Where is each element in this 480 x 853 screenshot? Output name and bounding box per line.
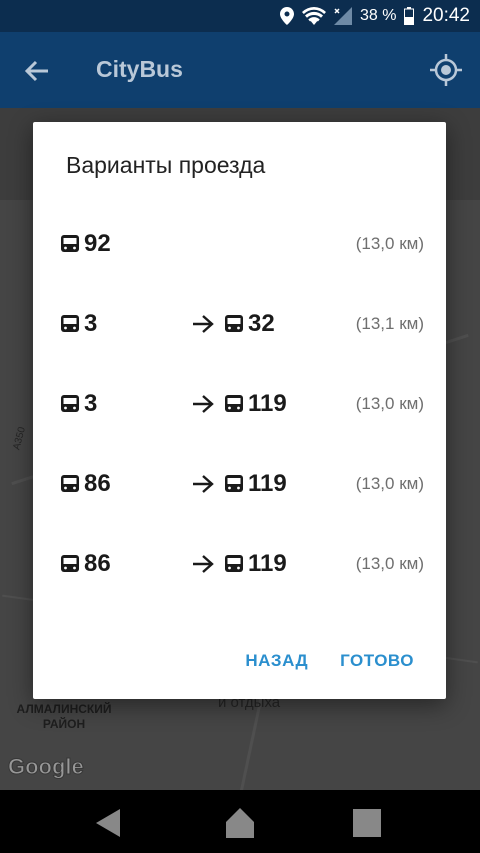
route-option[interactable]: 3 32 (13,1 км) [33, 302, 446, 346]
dialog-title: Варианты проезда [66, 152, 266, 178]
status-bar: 38 % 20:42 [0, 0, 480, 32]
nav-recents-icon[interactable] [350, 806, 384, 840]
route-distance: (13,0 км) [355, 474, 424, 493]
back-button[interactable]: НАЗАД [245, 651, 308, 671]
transfer-arrow-icon [191, 473, 215, 495]
app-bar: CityBus [0, 32, 480, 108]
bus-icon [59, 393, 81, 415]
route-number: 3 [84, 310, 98, 337]
app-title: CityBus [96, 56, 183, 82]
nav-back-icon[interactable] [92, 806, 126, 840]
route-first-leg: 3 [59, 302, 97, 346]
transfer-arrow-icon [191, 313, 215, 335]
bus-icon [59, 233, 81, 255]
bus-icon [223, 393, 245, 415]
wifi-icon [301, 7, 326, 25]
route-distance: (13,0 км) [355, 234, 424, 253]
route-distance: (13,0 км) [355, 394, 424, 413]
route-number: 119 [248, 470, 287, 497]
route-options-dialog: Варианты проезда 92 (13,0 км) 3 32 (13,1… [33, 122, 446, 699]
back-arrow-icon[interactable] [20, 54, 54, 88]
battery-percent: 38 % [359, 7, 397, 24]
signal-icon [333, 7, 352, 25]
route-number: 86 [84, 470, 111, 497]
bus-icon [223, 473, 245, 495]
location-icon [279, 7, 294, 25]
navigation-bar [0, 790, 480, 853]
nav-home-icon[interactable] [222, 806, 256, 840]
route-distance: (13,1 км) [355, 314, 424, 333]
route-first-leg: 86 [59, 542, 111, 586]
route-option[interactable]: 86 119 (13,0 км) [33, 462, 446, 506]
route-second-leg: 119 [223, 462, 287, 506]
bus-icon [59, 313, 81, 335]
bus-icon [59, 553, 81, 575]
my-location-icon[interactable] [428, 52, 464, 88]
route-second-leg: 32 [223, 302, 275, 346]
route-number: 119 [248, 390, 287, 417]
route-second-leg: 119 [223, 542, 287, 586]
done-button[interactable]: ГОТОВО [340, 651, 414, 671]
route-first-leg: 92 [59, 222, 111, 266]
route-number: 92 [84, 230, 111, 257]
route-option[interactable]: 92 (13,0 км) [33, 222, 446, 266]
dialog-actions: НАЗАД ГОТОВО [245, 651, 446, 671]
route-first-leg: 3 [59, 382, 97, 426]
route-distance: (13,0 км) [355, 554, 424, 573]
route-first-leg: 86 [59, 462, 111, 506]
route-second-leg: 119 [223, 382, 287, 426]
route-option[interactable]: 86 119 (13,0 км) [33, 542, 446, 586]
route-number: 3 [84, 390, 98, 417]
clock: 20:42 [422, 5, 470, 26]
transfer-arrow-icon [191, 393, 215, 415]
route-number: 119 [248, 550, 287, 577]
battery-icon [404, 7, 415, 25]
route-option[interactable]: 3 119 (13,0 км) [33, 382, 446, 426]
bus-icon [223, 553, 245, 575]
bus-icon [223, 313, 245, 335]
transfer-arrow-icon [191, 553, 215, 575]
bus-icon [59, 473, 81, 495]
route-number: 32 [248, 310, 275, 337]
route-number: 86 [84, 550, 111, 577]
